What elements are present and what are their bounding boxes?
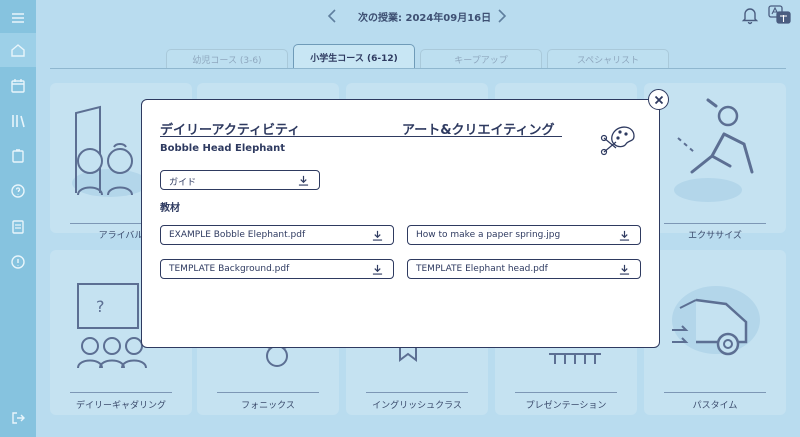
- download-icon: [372, 230, 383, 241]
- next-lesson-date: 次の授業: 2024年09月16日: [358, 13, 492, 24]
- card-label: エクササイズ: [688, 231, 742, 241]
- card-rule: [664, 392, 766, 393]
- card-rule: [515, 392, 617, 393]
- guide-download-button[interactable]: ガイド: [160, 170, 320, 190]
- tab-specialist[interactable]: スペシャリスト: [547, 49, 669, 69]
- home-icon[interactable]: [8, 40, 28, 60]
- card-label: イングリッシュクラス: [372, 401, 462, 411]
- file-download-button[interactable]: EXAMPLE Bobble Elephant.pdf: [160, 225, 394, 245]
- calendar-icon[interactable]: [8, 76, 28, 96]
- tab-elementary[interactable]: 小学生コース (6-12): [293, 44, 415, 69]
- download-icon: [298, 175, 309, 186]
- language-switch-icon[interactable]: [768, 4, 792, 26]
- document-icon[interactable]: [8, 217, 28, 237]
- card-rule: [217, 392, 319, 393]
- activity-modal: デイリーアクティビティ アート&クリエイティング Bobble Head Ele…: [141, 99, 660, 348]
- bell-icon[interactable]: [740, 5, 760, 25]
- books-icon[interactable]: [8, 111, 28, 131]
- next-lesson-chevron-icon[interactable]: [492, 6, 512, 26]
- modal-title-underline: [160, 136, 562, 137]
- svg-text:?: ?: [96, 297, 105, 316]
- card-label: プレゼンテーション: [525, 401, 607, 411]
- materials-heading: 教材: [160, 203, 180, 214]
- tab-preschool[interactable]: 幼児コース (3-6): [166, 49, 288, 69]
- close-icon: [654, 95, 663, 104]
- menu-icon[interactable]: [8, 8, 28, 28]
- card-label: パスタイム: [692, 401, 738, 411]
- download-icon: [619, 264, 630, 275]
- exercise-icon: [674, 98, 754, 202]
- guide-label: ガイド: [169, 178, 197, 188]
- activity-card-pastime[interactable]: パスタイム: [644, 250, 786, 415]
- tab-keep-up[interactable]: キープアップ: [420, 49, 542, 69]
- pastime-car-icon: [672, 286, 760, 356]
- modal-activity-name: Bobble Head Elephant: [160, 143, 286, 154]
- card-rule: [664, 223, 766, 224]
- file-download-button[interactable]: How to make a paper spring.jpg: [407, 225, 641, 245]
- tabs-divider: [50, 68, 786, 69]
- help-icon[interactable]: [8, 181, 28, 201]
- download-icon: [619, 230, 630, 241]
- art-palette-scissors-icon: [600, 126, 635, 156]
- file-download-button[interactable]: TEMPLATE Elephant head.pdf: [407, 259, 641, 279]
- logout-icon[interactable]: [8, 408, 28, 428]
- info-icon[interactable]: [8, 252, 28, 272]
- card-rule: [366, 392, 468, 393]
- file-name: TEMPLATE Background.pdf: [169, 264, 290, 274]
- card-rule: [70, 392, 172, 393]
- file-download-button[interactable]: TEMPLATE Background.pdf: [160, 259, 394, 279]
- file-name: TEMPLATE Elephant head.pdf: [416, 264, 548, 274]
- card-label: フォニックス: [241, 401, 295, 411]
- clipboard-icon[interactable]: [8, 146, 28, 166]
- sidebar: [0, 0, 36, 437]
- top-bar: 次の授業: 2024年09月16日: [36, 0, 800, 32]
- file-name: How to make a paper spring.jpg: [416, 230, 561, 240]
- modal-close-button[interactable]: [648, 89, 669, 110]
- card-label: デイリーギャダリング: [75, 401, 166, 411]
- previous-lesson-chevron-icon[interactable]: [322, 6, 342, 26]
- file-name: EXAMPLE Bobble Elephant.pdf: [169, 230, 306, 240]
- download-icon: [372, 264, 383, 275]
